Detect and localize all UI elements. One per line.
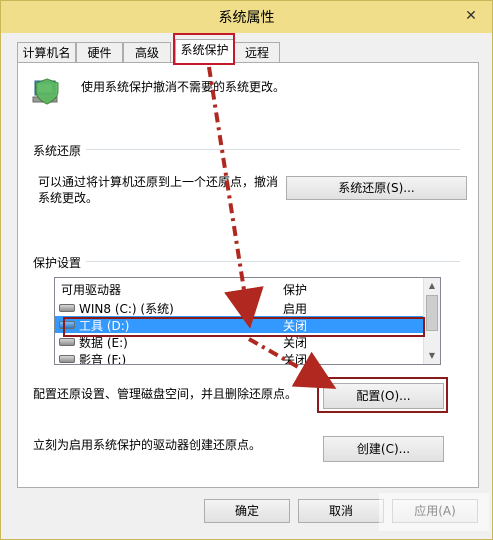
configure-button[interactable]: 配置(O)...	[323, 383, 444, 409]
restore-divider	[86, 149, 460, 150]
create-button[interactable]: 创建(C)...	[323, 436, 444, 462]
apply-button[interactable]: 应用(A)	[392, 499, 478, 523]
restore-description-line2: 系统更改。	[38, 191, 99, 205]
tab-system-protection[interactable]: 系统保护	[175, 39, 234, 64]
system-restore-button[interactable]: 系统还原(S)...	[286, 176, 467, 200]
restore-description-line1: 可以通过将计算机还原到上一个还原点，撤消	[38, 175, 279, 189]
drive-row[interactable]: WIN8 (C:) (系统) 启用	[55, 299, 423, 316]
system-protection-panel: 使用系统保护撤消不需要的系统更改。 系统还原 可以通过将计算机还原到上一个还原点…	[17, 62, 479, 488]
drive-protection-status: 关闭	[283, 319, 308, 333]
drive-protection-status: 关闭	[283, 336, 308, 350]
drive-list-scrollbar[interactable]: ▲ ▼	[423, 278, 440, 364]
close-icon[interactable]: ✕	[458, 5, 484, 27]
header-description: 使用系统保护撤消不需要的系统更改。	[81, 80, 286, 94]
drive-icon	[59, 304, 75, 312]
window-title: 系统属性	[218, 10, 275, 26]
list-header: 可用驱动器 保护	[55, 278, 423, 297]
tab-computer-name[interactable]: 计算机名	[17, 42, 76, 63]
tab-advanced[interactable]: 高级	[123, 42, 171, 63]
column-protection[interactable]: 保护	[283, 281, 307, 298]
drive-list[interactable]: 可用驱动器 保护 WIN8 (C:) (系统) 启用 工具 (D:) 关闭 数据…	[54, 277, 441, 365]
drive-row-selected[interactable]: 工具 (D:) 关闭	[55, 316, 423, 333]
drive-icon	[59, 355, 75, 363]
drive-name: 工具 (D:)	[79, 319, 130, 333]
drive-protection-status: 启用	[283, 302, 308, 316]
column-drive[interactable]: 可用驱动器	[61, 281, 121, 298]
create-description: 立刻为启用系统保护的驱动器创建还原点。	[33, 438, 262, 452]
cancel-button[interactable]: 取消	[298, 499, 384, 523]
drive-name: WIN8 (C:) (系统)	[79, 302, 174, 316]
system-protection-icon	[32, 78, 59, 105]
configure-description: 配置还原设置、管理磁盘空间，并且删除还原点。	[33, 387, 298, 401]
scroll-thumb[interactable]	[426, 295, 438, 331]
drive-name: 数据 (E:)	[79, 336, 128, 350]
ok-button[interactable]: 确定	[204, 499, 290, 523]
title-bar: 系统属性 ✕	[1, 1, 492, 33]
drive-protection-status: 关闭	[283, 353, 308, 365]
tab-hardware[interactable]: 硬件	[76, 42, 123, 63]
protection-divider	[86, 261, 460, 262]
protection-section-title: 保护设置	[33, 256, 82, 270]
drive-name: 影音 (F:)	[79, 353, 127, 365]
drive-row[interactable]: 数据 (E:) 关闭	[55, 333, 423, 350]
drive-icon	[59, 321, 75, 329]
restore-section-title: 系统还原	[33, 144, 82, 158]
drive-row[interactable]: 影音 (F:) 关闭	[55, 350, 423, 365]
drive-icon	[59, 338, 75, 346]
system-properties-window: 系统属性 ✕ 计算机名 硬件 高级 系统保护 远程 使用系统保护撤消不需要的系统…	[0, 0, 493, 540]
tab-remote[interactable]: 远程	[234, 42, 280, 63]
scroll-down-icon[interactable]: ▼	[424, 348, 440, 364]
scroll-up-icon[interactable]: ▲	[424, 278, 440, 294]
